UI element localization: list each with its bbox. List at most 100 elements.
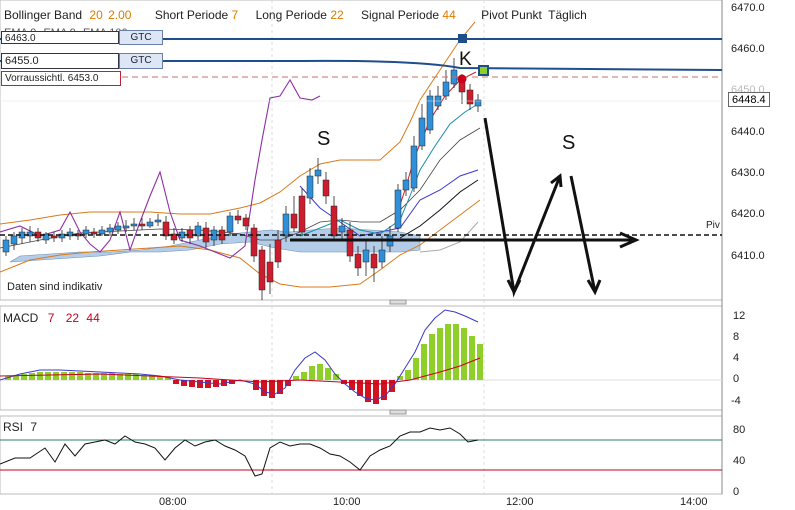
macd-tick: 4 — [733, 352, 740, 364]
macd-bar — [461, 328, 467, 380]
macd-name: MACD — [3, 311, 39, 325]
candle-body — [306, 175, 314, 199]
macd-bar — [445, 324, 451, 380]
long-period-value: 22 — [330, 8, 344, 22]
circle-marker-icon[interactable] — [457, 74, 467, 84]
macd-bar — [269, 380, 275, 398]
candle-body — [186, 229, 194, 239]
pivot-tag: Piv — [706, 220, 720, 231]
annotation-s-right[interactable]: S — [562, 132, 575, 155]
candle-body — [298, 195, 306, 233]
candle-body — [106, 227, 114, 233]
rsi-name: RSI — [3, 420, 24, 434]
macd-bar — [197, 380, 203, 388]
candle-body — [378, 249, 386, 263]
bb-deviation: 2.00 — [108, 8, 132, 22]
macd-bar — [301, 372, 307, 380]
ema-black-line — [399, 179, 479, 239]
macd-bar — [293, 376, 299, 380]
candle-body — [466, 89, 474, 105]
candle-body — [2, 239, 10, 253]
price-tick: 6420.0 — [731, 208, 765, 220]
candle-body — [338, 225, 346, 233]
bb-name: Bollinger Band — [4, 8, 83, 22]
square-marker-icon[interactable] — [458, 34, 467, 43]
macd-p2: 22 — [65, 311, 80, 325]
candle-body — [122, 225, 130, 229]
order1-price-box[interactable]: 6463.0 — [1, 31, 119, 44]
drag-handle-icon[interactable] — [389, 409, 407, 415]
candle-body — [138, 223, 146, 227]
candle-body — [50, 235, 58, 239]
candle-body — [130, 223, 138, 227]
disclaimer-text: Daten sind indikativ — [7, 281, 103, 293]
candle-body — [258, 249, 266, 291]
candle-body — [402, 179, 410, 191]
candle-body — [410, 145, 418, 189]
macd-histogram — [5, 324, 483, 404]
macd-bar — [37, 372, 43, 380]
time-tick: 10:00 — [333, 496, 361, 508]
macd-bar — [205, 380, 211, 388]
rsi-tick: 80 — [733, 424, 746, 436]
candle-body — [10, 235, 18, 245]
rsi-tick: 0 — [733, 486, 740, 498]
macd-tick: -4 — [731, 395, 741, 407]
candle-body — [154, 219, 162, 223]
candle-body — [362, 249, 370, 263]
target-marker-icon[interactable] — [478, 65, 489, 76]
long-period-label: Long Periode — [255, 8, 327, 22]
macd-bar — [69, 372, 75, 380]
current-price-badge: 6448.4 — [728, 92, 770, 107]
rsi-tick: 40 — [733, 455, 746, 467]
candle-body — [234, 215, 242, 221]
rsi-panel-border — [0, 415, 723, 495]
macd-bar — [413, 358, 419, 380]
price-tick: 6410.0 — [731, 250, 765, 262]
trend-drawings[interactable] — [290, 117, 640, 298]
signal-period-label: Signal Periode — [361, 8, 440, 22]
annotation-s-left[interactable]: S — [317, 128, 330, 151]
macd-bar — [317, 364, 323, 380]
candlesticks — [2, 58, 482, 300]
candle-body — [418, 117, 426, 147]
price-tick: 6430.0 — [731, 167, 765, 179]
macd-bar — [453, 324, 459, 380]
drag-handle-icon[interactable] — [389, 299, 407, 305]
short-period-value: 7 — [231, 8, 239, 22]
price-tick: 6460.0 — [731, 43, 765, 55]
forecast-price-box[interactable]: Vorraussichtl. 6453.0 — [1, 71, 121, 86]
candle-body — [282, 213, 290, 237]
macd-header[interactable]: MACD 7 22 44 — [3, 311, 100, 325]
macd-bar — [405, 370, 411, 380]
time-tick: 08:00 — [159, 496, 187, 508]
macd-bar — [309, 366, 315, 380]
macd-bar — [173, 380, 179, 384]
pivot-value: Täglich — [548, 8, 587, 22]
price-tick: 6440.0 — [731, 126, 765, 138]
rsi-line — [0, 427, 479, 477]
order2-tif-box[interactable]: GTC — [119, 53, 163, 69]
annotation-k[interactable]: K — [459, 49, 472, 71]
rsi-header[interactable]: RSI 7 — [3, 420, 37, 434]
rsi-period: 7 — [30, 420, 38, 434]
macd-bar — [477, 344, 483, 380]
macd-bar — [469, 336, 475, 380]
candle-body — [442, 81, 450, 97]
signal-period-value: 44 — [442, 8, 456, 22]
candle-body — [394, 189, 402, 229]
candle-body — [98, 229, 106, 235]
time-tick: 14:00 — [680, 496, 708, 508]
candle-body — [226, 215, 234, 233]
short-period-label: Short Periode — [154, 8, 229, 22]
candle-body — [266, 261, 274, 283]
macd-tick: 0 — [733, 373, 740, 385]
macd-bar — [77, 372, 83, 380]
indicator-header[interactable]: Bollinger Band 20 2.00 Short Periode 7 L… — [4, 8, 587, 22]
order1-tif-box[interactable]: GTC — [119, 30, 163, 45]
candle-body — [322, 179, 330, 197]
order2-price-box[interactable]: 6455.0 — [1, 53, 119, 69]
candle-body — [114, 225, 122, 231]
macd-bar — [45, 372, 51, 380]
candle-body — [162, 221, 170, 237]
